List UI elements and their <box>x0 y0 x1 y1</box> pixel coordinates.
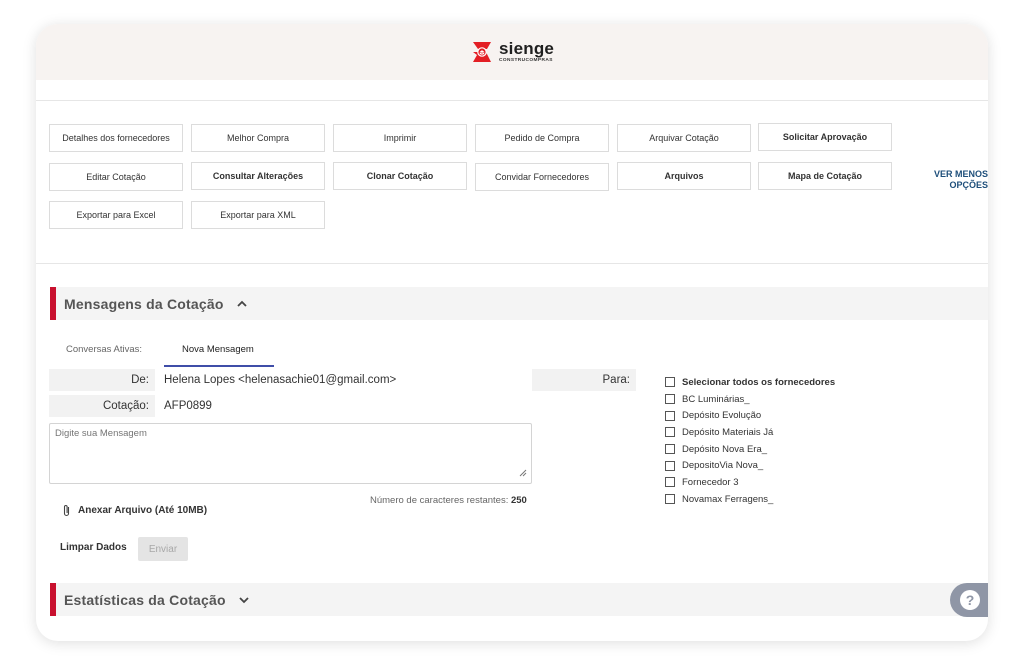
checkbox[interactable] <box>665 477 675 488</box>
checkbox[interactable] <box>665 394 675 405</box>
show-less-line2: OPÇÕES <box>949 180 988 190</box>
checkbox[interactable] <box>665 377 675 388</box>
paperclip-icon <box>63 505 70 517</box>
to-label: Para: <box>532 369 636 391</box>
quote-label: Cotação: <box>49 395 155 417</box>
message-input[interactable] <box>49 423 532 484</box>
clone-quote-button[interactable]: Clonar Cotação <box>333 162 467 190</box>
supplier-label: Depósito Nova Era_ <box>682 443 768 455</box>
best-purchase-button[interactable]: Melhor Compra <box>191 124 325 152</box>
tab-active-conversations[interactable]: Conversas Ativas: <box>66 344 142 355</box>
active-tab-indicator <box>164 365 274 367</box>
supplier-checkbox[interactable]: Fornecedor 3 <box>665 474 835 491</box>
section-accent <box>50 583 56 616</box>
char-count-value: 250 <box>510 495 527 506</box>
supplier-label: Fornecedor 3 <box>682 476 739 488</box>
resize-grip-icon[interactable] <box>518 468 527 477</box>
export-xml-button[interactable]: Exportar para XML <box>191 201 325 229</box>
tab-new-message[interactable]: Nova Mensagem <box>182 344 254 355</box>
from-value: Helena Lopes <helenasachie01@gmail.com> <box>164 374 397 386</box>
archive-quote-button[interactable]: Arquivar Cotação <box>617 124 751 152</box>
attach-file-label: Anexar Arquivo (Até 10MB) <box>78 505 208 516</box>
checkbox[interactable] <box>665 460 675 471</box>
view-changes-button[interactable]: Consultar Alterações <box>191 162 325 190</box>
from-label: De: <box>49 369 155 391</box>
checkbox[interactable] <box>665 410 675 421</box>
supplier-checkbox[interactable]: Novamax Ferragens_ <box>665 491 835 508</box>
divider <box>36 263 988 264</box>
supplier-label: Depósito Evolução <box>682 410 762 422</box>
divider <box>36 100 988 101</box>
supplier-label: Selecionar todos os fornecedores <box>682 376 836 388</box>
supplier-checkbox[interactable]: Depósito Evolução <box>665 407 835 424</box>
chevron-up-icon[interactable] <box>236 298 248 310</box>
quote-value: AFP0899 <box>164 400 212 412</box>
chevron-down-icon[interactable] <box>238 594 250 606</box>
files-button[interactable]: Arquivos <box>617 162 751 190</box>
logo-subtitle: CONSTRUCOMPRAS <box>499 58 553 64</box>
app-header: sienge CONSTRUCOMPRAS <box>36 24 988 80</box>
help-icon: ? <box>960 590 980 610</box>
char-count-label: Número de caracteres restantes: <box>370 495 509 506</box>
stats-section-title: Estatísticas da Cotação <box>64 591 226 608</box>
supplier-checkbox[interactable]: DepositoVia Nova_ <box>665 457 835 474</box>
logo-name: sienge <box>499 39 555 59</box>
invite-suppliers-button[interactable]: Convidar Fornecedores <box>475 163 609 191</box>
supplier-label: Novamax Ferragens_ <box>682 493 774 505</box>
quote-map-button[interactable]: Mapa de Cotação <box>758 162 892 190</box>
purchase-order-button[interactable]: Pedido de Compra <box>475 124 609 152</box>
supplier-label: DepositoVia Nova_ <box>682 460 764 472</box>
show-less-options-link[interactable]: VER MENOS OPÇÕES <box>932 169 988 191</box>
supplier-checkbox[interactable]: BC Luminárias_ <box>665 391 835 408</box>
show-less-line1: VER MENOS <box>933 169 988 179</box>
supplier-label: Depósito Materiais Já <box>682 426 774 438</box>
checkbox[interactable] <box>665 427 675 438</box>
edit-quote-button[interactable]: Editar Cotação <box>49 163 183 191</box>
app-window: sienge CONSTRUCOMPRAS Detalhes dos forne… <box>36 24 988 641</box>
send-button[interactable]: Enviar <box>138 537 188 561</box>
export-excel-button[interactable]: Exportar para Excel <box>49 201 183 229</box>
help-button[interactable]: ? <box>950 583 988 617</box>
supplier-checkbox[interactable]: Depósito Materiais Já <box>665 424 835 441</box>
sienge-logo-icon <box>473 42 491 62</box>
messages-section-title: Mensagens da Cotação <box>64 295 224 312</box>
supplier-list: Selecionar todos os fornecedores BC Lumi… <box>665 374 835 508</box>
print-button[interactable]: Imprimir <box>333 124 467 152</box>
stats-section-header[interactable]: Estatísticas da Cotação <box>50 583 988 616</box>
supplier-details-button[interactable]: Detalhes dos fornecedores <box>49 124 183 152</box>
checkbox[interactable] <box>665 444 675 455</box>
messages-section-header[interactable]: Mensagens da Cotação <box>50 287 988 320</box>
checkbox[interactable] <box>665 494 675 505</box>
request-approval-button[interactable]: Solicitar Aprovação <box>758 123 892 151</box>
section-accent <box>50 287 56 320</box>
attach-file-button[interactable]: Anexar Arquivo (Até 10MB) <box>62 504 207 517</box>
logo: sienge CONSTRUCOMPRAS <box>469 38 554 66</box>
char-count: Número de caracteres restantes: 250 <box>370 495 527 506</box>
supplier-label: BC Luminárias_ <box>682 393 750 405</box>
select-all-suppliers-checkbox[interactable]: Selecionar todos os fornecedores <box>665 374 835 391</box>
clear-data-button[interactable]: Limpar Dados <box>60 542 127 553</box>
supplier-checkbox[interactable]: Depósito Nova Era_ <box>665 441 835 458</box>
